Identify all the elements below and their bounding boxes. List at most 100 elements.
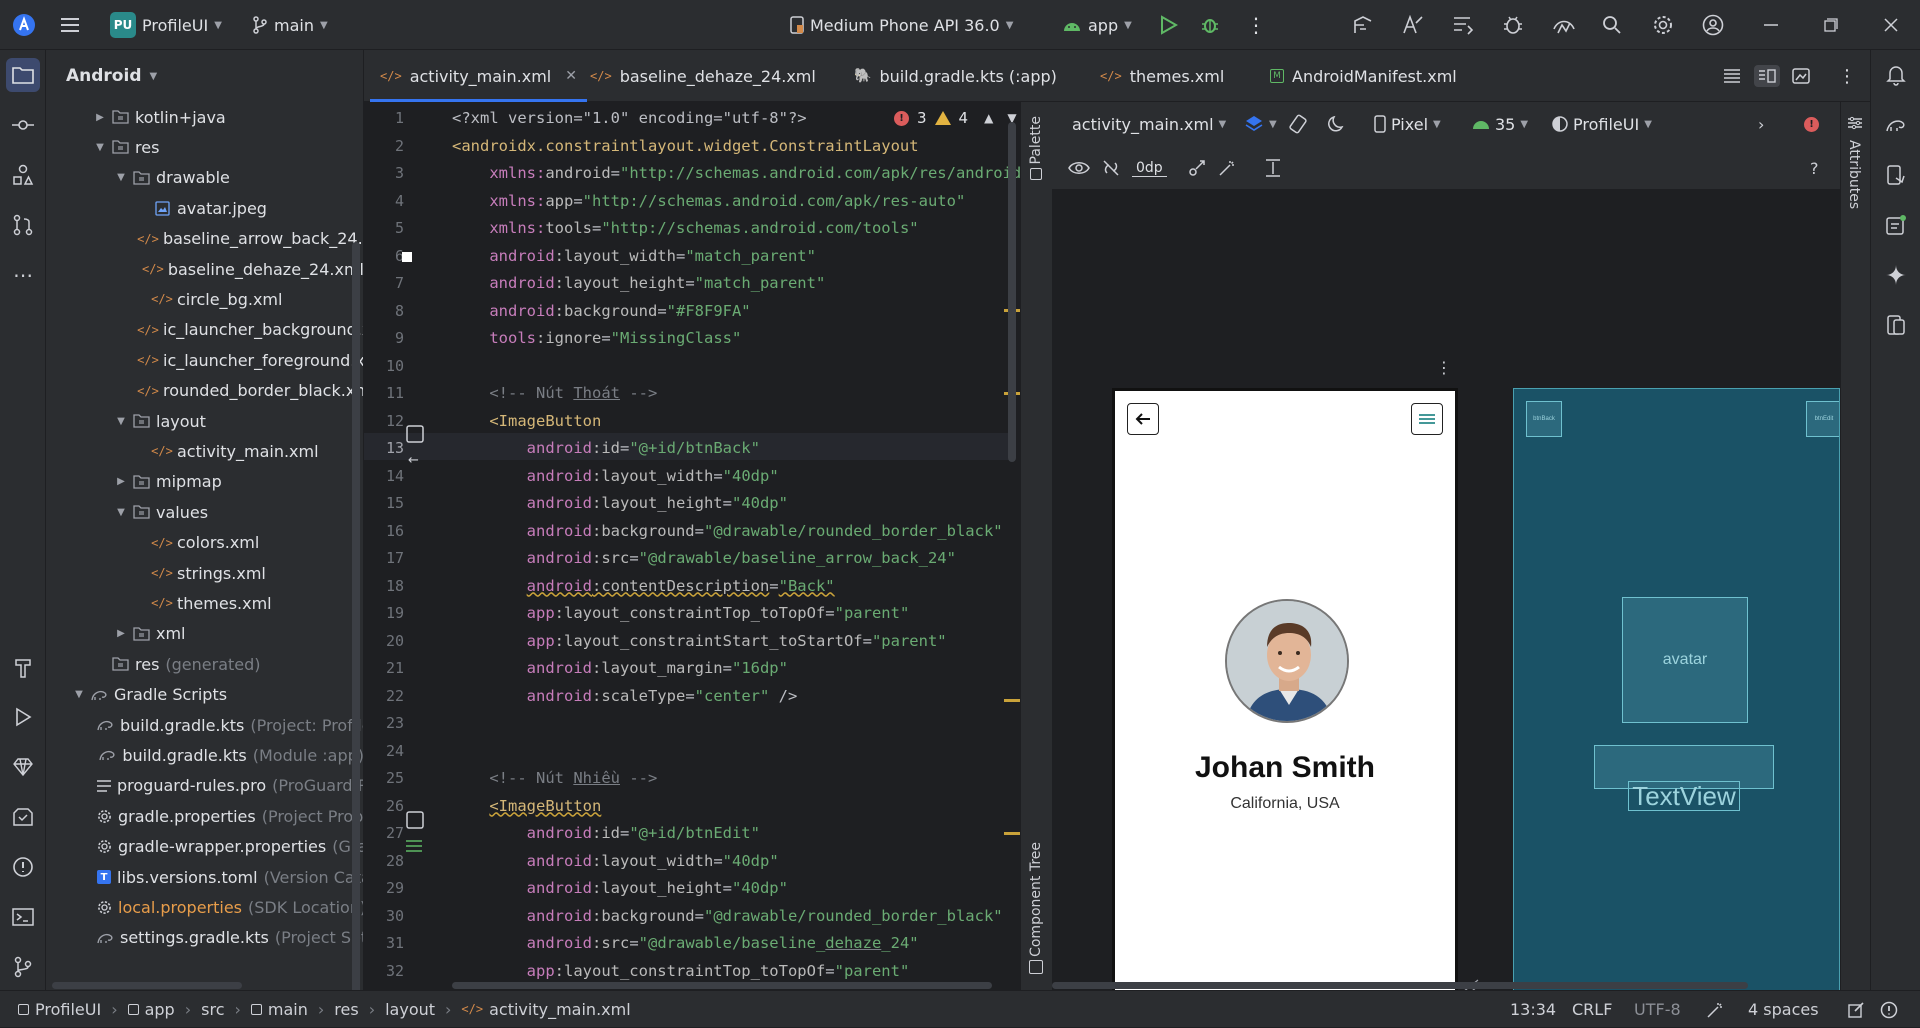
project-folder-icon[interactable] xyxy=(6,58,40,92)
dehaze-preview-icon[interactable] xyxy=(406,840,422,854)
tree-item[interactable]: ▼ Gradle Scripts xyxy=(46,680,363,710)
design-surface-selector[interactable]: ▼ xyxy=(1244,102,1277,146)
running-devices-icon[interactable] xyxy=(1879,208,1913,242)
tree-item[interactable]: proguard-rules.pro(ProGuard Rules for ":… xyxy=(46,771,363,801)
translate-icon[interactable] xyxy=(1402,0,1424,50)
chevron-right-icon[interactable]: ▶ xyxy=(114,476,128,487)
chevron-right-icon[interactable]: ▶ xyxy=(93,112,107,123)
tree-item[interactable]: </> baseline_arrow_back_24.xml xyxy=(46,224,363,254)
code-line[interactable]: app:layout_constraintTop_toTopOf="parent… xyxy=(452,600,910,628)
breadcrumb-item[interactable]: </> activity_main.xml xyxy=(461,1000,630,1019)
problems-status-icon[interactable] xyxy=(1880,991,1898,1028)
tree-item[interactable]: gradle.properties(Project Properties) xyxy=(46,801,363,831)
code-line[interactable]: <androidx.constraintlayout.widget.Constr… xyxy=(452,133,919,161)
default-margin-selector[interactable]: 0dp xyxy=(1132,146,1167,190)
device-selector[interactable]: Medium Phone API 36.0 ▼ xyxy=(790,0,1013,50)
tree-item[interactable]: ▼ layout xyxy=(46,406,363,436)
account-icon[interactable] xyxy=(1702,0,1724,50)
code-editor[interactable]: 1 2 3 4 5 6 7 8 9 10 11 12 13 14 15 16 17 18 19 20 21 22 23 24 2… xyxy=(364,102,1020,990)
app-quality-icon[interactable] xyxy=(6,800,40,834)
run-icon[interactable] xyxy=(1160,0,1178,50)
tree-item[interactable]: ▼ res xyxy=(46,132,363,162)
code-line[interactable]: android:contentDescription="Back" xyxy=(452,573,835,601)
color-preview-icon[interactable] xyxy=(402,252,412,262)
blueprint-view[interactable]: btnBack btnEdit avatar TextView xyxy=(1513,388,1840,996)
run-config-selector[interactable]: app ▼ xyxy=(1062,0,1132,50)
theme-selector[interactable]: ProfileUI ▼ xyxy=(1552,102,1652,146)
code-line[interactable]: tools:ignore="MissingClass" xyxy=(452,325,741,353)
tree-item[interactable]: local.properties (SDK Location) xyxy=(46,892,363,922)
code-line[interactable]: android:background="@drawable/rounded_bo… xyxy=(452,518,1003,546)
editor-vertical-scrollbar[interactable] xyxy=(1008,122,1016,462)
code-line[interactable]: <?xml version="1.0" encoding="utf-8"?> xyxy=(452,105,807,133)
code-line[interactable]: xmlns:app="http://schemas.android.com/ap… xyxy=(452,188,965,216)
code-line[interactable]: <ImageButton xyxy=(452,408,601,436)
drawable-preview-icon[interactable] xyxy=(406,811,424,829)
code-line[interactable]: android:layout_width="40dp" xyxy=(452,848,779,876)
code-line[interactable]: android:layout_margin="16dp" xyxy=(452,655,788,683)
file-encoding[interactable]: UTF-8 xyxy=(1634,991,1681,1028)
design-canvas[interactable]: ⋮ ⋮ Johan Smi xyxy=(1052,190,1850,997)
guidelines-icon[interactable] xyxy=(1264,146,1282,190)
orientation-icon[interactable] xyxy=(1288,102,1308,146)
notifications-icon[interactable] xyxy=(1879,58,1913,92)
problems-icon[interactable] xyxy=(6,850,40,884)
tree-item[interactable]: ▼ values xyxy=(46,497,363,527)
infer-constraints-icon[interactable] xyxy=(1218,146,1236,190)
tree-item[interactable]: build.gradle.kts(Project: ProfileUI) xyxy=(46,710,363,740)
edit-button[interactable] xyxy=(1411,403,1443,435)
ai-assist-icon[interactable] xyxy=(1706,991,1724,1028)
blueprint-back-button[interactable]: btnBack xyxy=(1526,401,1562,437)
api-level-selector[interactable]: 35 ▼ xyxy=(1472,102,1528,146)
design-horizontal-scrollbar[interactable] xyxy=(1052,982,1748,989)
code-line[interactable]: android:layout_height="40dp" xyxy=(452,875,788,903)
terminal-icon[interactable] xyxy=(6,900,40,934)
code-line[interactable]: android:layout_height="match_parent" xyxy=(452,270,825,298)
tree-item[interactable]: build.gradle.kts (Module :app) xyxy=(46,740,363,770)
palette-toggle[interactable]: Palette xyxy=(1028,116,1044,165)
tab-build-gradle[interactable]: 🐘 build.gradle.kts (:app) xyxy=(854,50,1057,102)
previous-highlight-icon[interactable]: ▲ xyxy=(984,111,993,125)
warning-marker[interactable] xyxy=(1004,832,1020,835)
emulator-icon[interactable] xyxy=(1879,308,1913,342)
chevron-right-icon[interactable]: › xyxy=(1758,102,1764,146)
restore-icon[interactable] xyxy=(1824,0,1838,50)
code-line[interactable]: xmlns:tools="http://schemas.android.com/… xyxy=(452,215,918,243)
code-line[interactable]: android:id="@+id/btnBack" xyxy=(452,435,760,463)
code-line[interactable]: android:id="@+id/btnEdit" xyxy=(452,820,760,848)
minimize-icon[interactable] xyxy=(1764,0,1778,50)
inspection-widget[interactable]: ! 3 4 ▲ ▼ xyxy=(888,106,1020,130)
code-line[interactable]: android:layout_width="match_parent" xyxy=(452,243,816,271)
view-options-eye-icon[interactable] xyxy=(1068,146,1090,190)
pull-requests-icon[interactable] xyxy=(6,208,40,242)
code-line[interactable]: android:src="@drawable/baseline_dehaze_2… xyxy=(452,930,919,958)
tree-item[interactable]: gradle-wrapper.properties(Gradle Version… xyxy=(46,832,363,862)
gemini-icon[interactable] xyxy=(6,750,40,784)
build-variants-icon[interactable] xyxy=(1352,0,1374,50)
breadcrumb-item[interactable]: res xyxy=(334,1000,358,1019)
breadcrumb-item[interactable]: ProfileUI xyxy=(18,1000,101,1019)
chevron-right-icon[interactable]: ▶ xyxy=(114,628,128,639)
debug-icon[interactable] xyxy=(1200,0,1220,50)
project-selector[interactable]: PU ProfileUI ▼ xyxy=(110,0,222,50)
chevron-down-icon[interactable]: ▼ xyxy=(114,172,128,183)
code-line[interactable]: app:layout_constraintStart_toStartOf="pa… xyxy=(452,628,947,656)
line-separator[interactable]: CRLF xyxy=(1572,991,1612,1028)
tree-item[interactable]: ▶ kotlin+java xyxy=(46,102,363,132)
tab-themes[interactable]: </> themes.xml xyxy=(1100,50,1224,102)
chevron-down-icon[interactable]: ▼ xyxy=(93,142,107,153)
more-tools-icon[interactable]: ⋯ xyxy=(6,258,40,292)
warning-marker[interactable] xyxy=(1004,699,1020,702)
split-view-icon[interactable] xyxy=(1754,50,1780,102)
tree-item[interactable]: </> baseline_dehaze_24.xml xyxy=(46,254,363,284)
tree-item[interactable]: </> ic_launcher_foreground.xml xyxy=(46,345,363,375)
design-view-icon[interactable] xyxy=(1792,50,1810,102)
tree-item[interactable]: </> rounded_border_black.xml xyxy=(46,376,363,406)
preview-options-icon[interactable]: ⋮ xyxy=(1436,358,1452,377)
close-icon[interactable] xyxy=(1884,0,1898,50)
tree-item[interactable]: ▼ drawable xyxy=(46,163,363,193)
code-line[interactable]: xmlns:android="http://schemas.android.co… xyxy=(452,160,1020,188)
breadcrumb-item[interactable]: src xyxy=(201,1000,224,1019)
gear-icon[interactable] xyxy=(1652,0,1674,50)
drawable-preview-icon[interactable] xyxy=(406,425,424,443)
